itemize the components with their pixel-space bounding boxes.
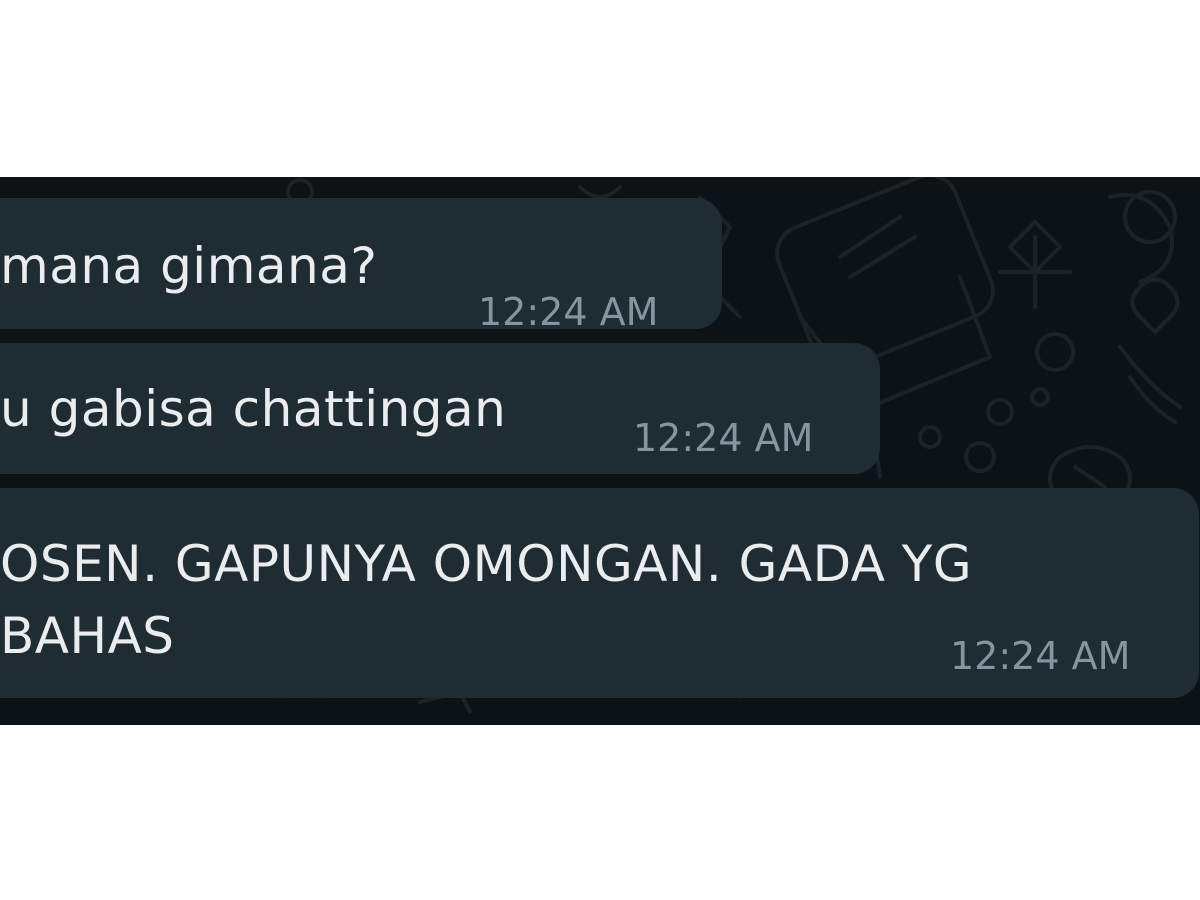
- message-bubble[interactable]: OSEN. GAPUNYA OMONGAN. GADA YG BAHAS 12:…: [0, 488, 1199, 698]
- message-bubble[interactable]: mana gimana? 12:24 AM: [0, 198, 722, 329]
- message-timestamp: 12:24 AM: [633, 416, 814, 460]
- message-timestamp: 12:24 AM: [950, 634, 1131, 678]
- message-text-line: OSEN. GAPUNYA OMONGAN. GADA YG: [0, 535, 973, 593]
- chat-conversation-area[interactable]: mana gimana? 12:24 AM u gabisa chattinga…: [0, 177, 1200, 725]
- message-bubble[interactable]: u gabisa chattingan 12:24 AM: [0, 343, 880, 474]
- screenshot-canvas: mana gimana? 12:24 AM u gabisa chattinga…: [0, 0, 1200, 900]
- message-text-line: BAHAS: [0, 607, 175, 665]
- message-text: u gabisa chattingan: [0, 380, 507, 438]
- message-text: mana gimana?: [0, 237, 378, 295]
- message-timestamp: 12:24 AM: [478, 290, 659, 329]
